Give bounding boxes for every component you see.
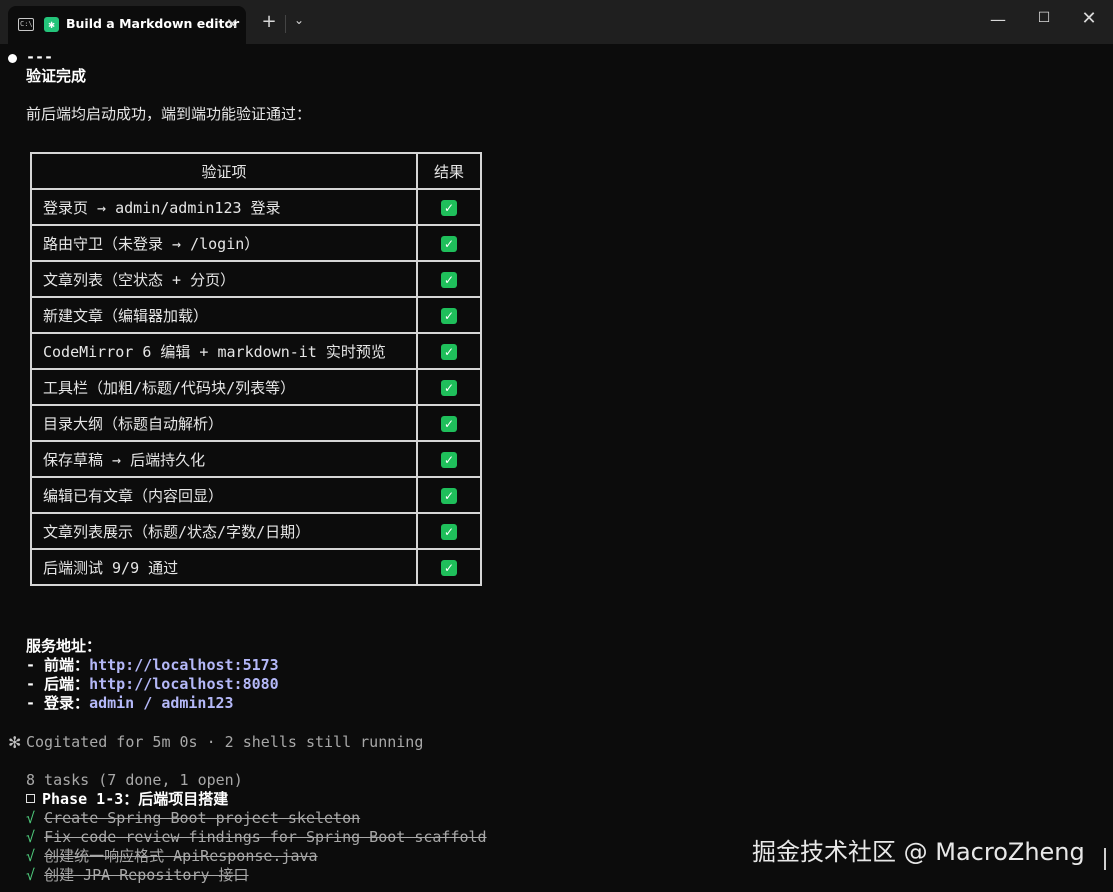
table-row: 编辑已有文章（内容回显） ✓ <box>30 476 482 514</box>
checkbox-empty-icon <box>26 794 35 803</box>
check-icon: ✓ <box>441 523 457 540</box>
terminal-icon: C:\ <box>18 18 34 31</box>
check-icon: √ <box>26 847 36 865</box>
service-frontend: - 前端：http://localhost:5173 <box>26 656 279 675</box>
new-tab-button[interactable]: + <box>258 11 280 32</box>
login-user: admin <box>89 694 135 712</box>
spinner-icon: ✻ <box>8 733 22 752</box>
table-cell-item: 路由守卫（未登录 → /login） <box>30 224 418 262</box>
check-icon: ✓ <box>441 307 457 324</box>
table-cell-item: 登录页 → admin/admin123 登录 <box>30 188 418 226</box>
tab-build-markdown-editor[interactable]: C:\ ✱ Build a Markdown editor ✕ <box>8 6 246 44</box>
task-open-label: Phase 1-3：后端项目搭建 <box>42 790 229 808</box>
task-done-label: 创建统一响应格式 ApiResponse.java <box>44 847 318 865</box>
table-header-row: 验证项 结果 <box>30 152 482 190</box>
login-separator: / <box>134 694 162 712</box>
title-bar: C:\ ✱ Build a Markdown editor ✕ + ⌄ — ☐ … <box>0 0 1113 44</box>
tab-close-icon[interactable]: ✕ <box>226 15 239 33</box>
check-icon: ✓ <box>441 451 457 468</box>
task-done-label: 创建 JPA Repository 接口 <box>44 866 249 884</box>
task-done: √ 创建统一响应格式 ApiResponse.java <box>26 847 318 866</box>
table-cell-item: 文章列表展示（标题/状态/字数/日期） <box>30 512 418 550</box>
table-cell-result: ✓ <box>416 512 482 550</box>
table-row: 后端测试 9/9 通过 ✓ <box>30 548 482 586</box>
tab-title: Build a Markdown editor <box>66 16 240 31</box>
chevron-down-icon[interactable]: ⌄ <box>290 13 308 27</box>
check-icon: ✓ <box>441 487 457 504</box>
service-login: - 登录：admin / admin123 <box>26 694 234 713</box>
check-icon: ✓ <box>441 415 457 432</box>
table-cell-item: 目录大纲（标题自动解析） <box>30 404 418 442</box>
table-cell-item: 新建文章（编辑器加载） <box>30 296 418 334</box>
service-label: - 登录： <box>26 694 90 712</box>
task-done-label: Fix code review findings for Spring Boot… <box>44 828 487 846</box>
table-cell-result: ✓ <box>416 440 482 478</box>
maximize-button[interactable]: ☐ <box>1032 10 1056 26</box>
result-heading: 验证完成 <box>26 67 87 85</box>
table-row: 工具栏（加粗/标题/代码块/列表等） ✓ <box>30 368 482 406</box>
table-cell-item: 编辑已有文章（内容回显） <box>30 476 418 514</box>
terminal-output[interactable]: --- 验证完成 前后端均启动成功，端到端功能验证通过： 验证项 结果 登录页 … <box>0 44 1113 892</box>
services-title: 服务地址： <box>26 637 102 655</box>
table-row: 新建文章（编辑器加载） ✓ <box>30 296 482 334</box>
table-cell-result: ✓ <box>416 296 482 334</box>
check-icon: ✓ <box>441 235 457 252</box>
check-icon: ✓ <box>441 199 457 216</box>
table-row: 文章列表（空状态 + 分页） ✓ <box>30 260 482 298</box>
backend-url-link[interactable]: http://localhost:8080 <box>89 675 279 693</box>
tab-divider <box>285 15 286 33</box>
table-cell-item: CodeMirror 6 编辑 + markdown-it 实时预览 <box>30 332 418 370</box>
table-cell-result: ✓ <box>416 548 482 586</box>
table-cell-result: ✓ <box>416 260 482 298</box>
horizontal-rule: --- <box>26 48 54 66</box>
table-row: 路由守卫（未登录 → /login） ✓ <box>30 224 482 262</box>
check-icon: √ <box>26 828 36 846</box>
table-cell-item: 保存草稿 → 后端持久化 <box>30 440 418 478</box>
service-label: - 前端： <box>26 656 90 674</box>
minimize-button[interactable]: — <box>986 10 1010 29</box>
table-cell-result: ✓ <box>416 332 482 370</box>
asterisk-icon: ✱ <box>44 17 59 32</box>
table-cell-result: ✓ <box>416 368 482 406</box>
service-label: - 后端： <box>26 675 90 693</box>
table-row: 保存草稿 → 后端持久化 ✓ <box>30 440 482 478</box>
task-done-label: Create Spring Boot project skeleton <box>44 809 361 827</box>
table-header-result: 结果 <box>416 152 482 190</box>
check-icon: √ <box>26 866 36 884</box>
check-icon: √ <box>26 809 36 827</box>
service-backend: - 后端：http://localhost:8080 <box>26 675 279 694</box>
close-window-button[interactable]: ✕ <box>1077 8 1101 29</box>
table-cell-item: 后端测试 9/9 通过 <box>30 548 418 586</box>
tasks-summary: 8 tasks (7 done, 1 open) <box>26 771 243 789</box>
task-done: √ Create Spring Boot project skeleton <box>26 809 360 828</box>
watermark: 掘金技术社区 @ MacroZheng <box>752 838 1085 866</box>
task-done: √ Fix code review findings for Spring Bo… <box>26 828 487 847</box>
table-cell-result: ✓ <box>416 224 482 262</box>
table-cell-result: ✓ <box>416 404 482 442</box>
table-cell-item: 文章列表（空状态 + 分页） <box>30 260 418 298</box>
check-icon: ✓ <box>441 343 457 360</box>
table-row: 登录页 → admin/admin123 登录 ✓ <box>30 188 482 226</box>
check-icon: ✓ <box>441 271 457 288</box>
table-row: 文章列表展示（标题/状态/字数/日期） ✓ <box>30 512 482 550</box>
table-cell-item: 工具栏（加粗/标题/代码块/列表等） <box>30 368 418 406</box>
table-cell-result: ✓ <box>416 476 482 514</box>
task-open: Phase 1-3：后端项目搭建 <box>26 790 228 809</box>
task-done: √ 创建 JPA Repository 接口 <box>26 866 249 885</box>
check-icon: ✓ <box>441 559 457 576</box>
table-row: 目录大纲（标题自动解析） ✓ <box>30 404 482 442</box>
table-header-item: 验证项 <box>30 152 418 190</box>
result-intro: 前后端均启动成功，端到端功能验证通过： <box>26 105 312 123</box>
verification-table: 验证项 结果 登录页 → admin/admin123 登录 ✓ 路由守卫（未登录… <box>30 152 482 586</box>
bullet-icon <box>8 54 17 63</box>
login-password: admin123 <box>161 694 234 712</box>
status-line: Cogitated for 5m 0s · 2 shells still run… <box>26 733 424 751</box>
check-icon: ✓ <box>441 379 457 396</box>
table-cell-result: ✓ <box>416 188 482 226</box>
table-row: CodeMirror 6 编辑 + markdown-it 实时预览 ✓ <box>30 332 482 370</box>
text-cursor <box>1104 848 1106 870</box>
frontend-url-link[interactable]: http://localhost:5173 <box>89 656 279 674</box>
